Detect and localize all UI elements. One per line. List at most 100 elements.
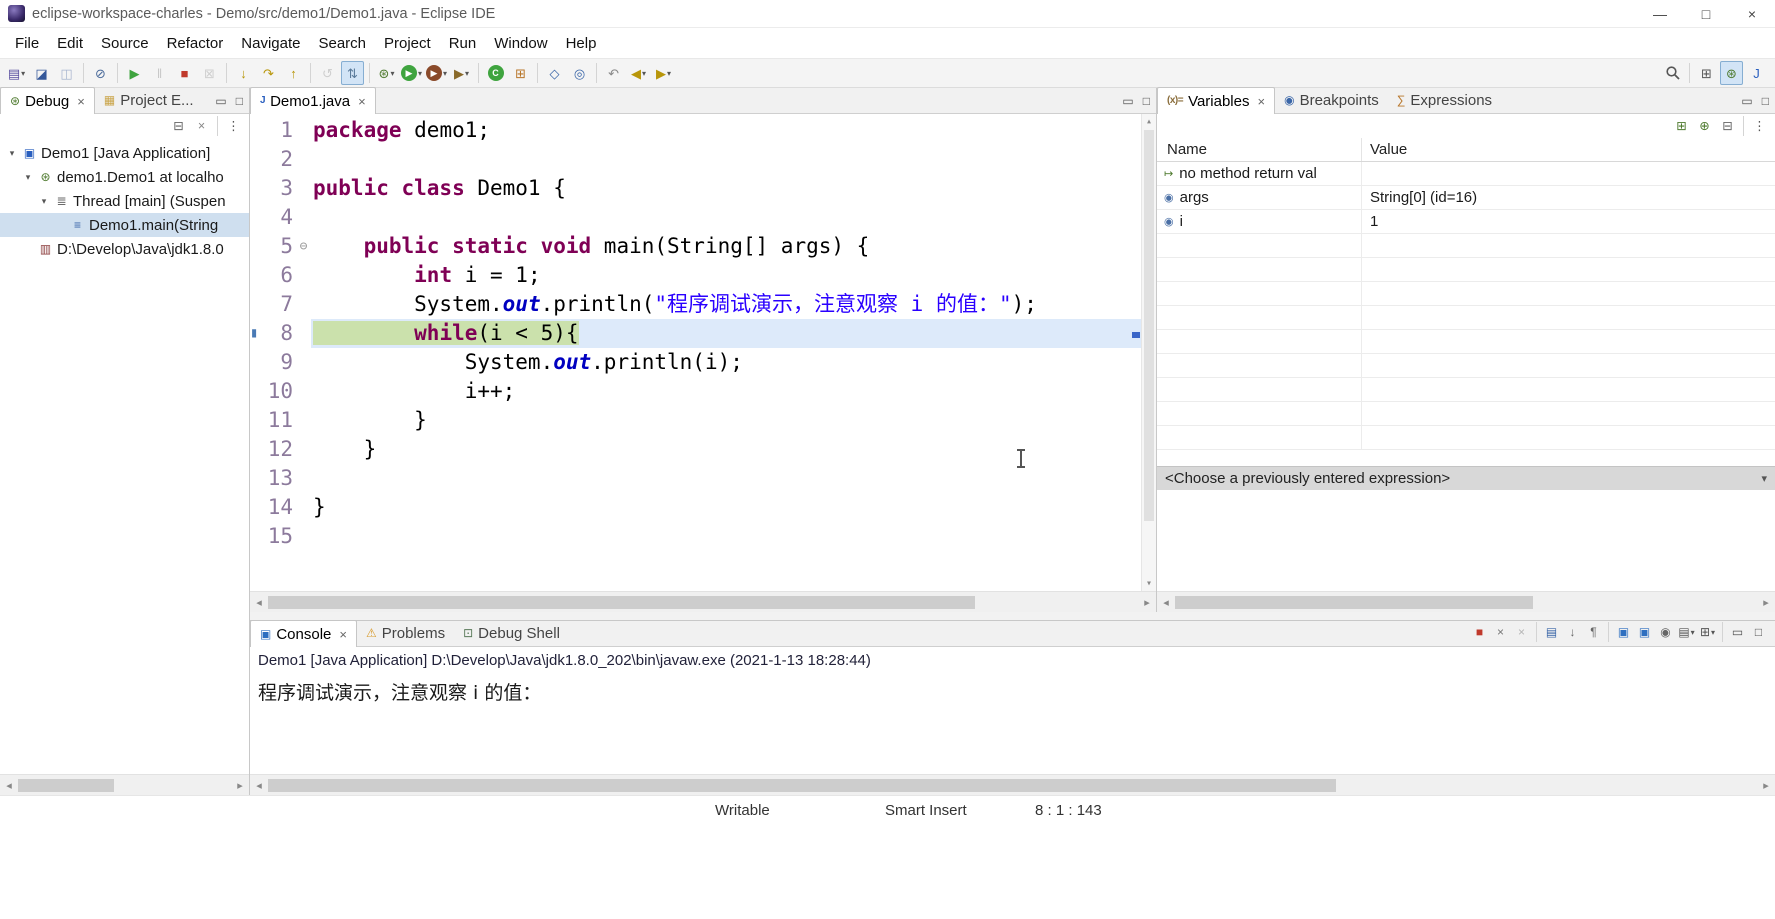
collapse-all-button[interactable]: ⊟ xyxy=(168,116,189,136)
minimize-view-icon[interactable]: ▭ xyxy=(1741,94,1752,108)
debug-view-tab-project-e[interactable]: ▦ Project E... xyxy=(95,87,203,113)
new-java-package-button[interactable]: ⊞ xyxy=(509,61,532,85)
code-text[interactable]: package demo1; xyxy=(311,116,1141,145)
code-text[interactable]: } xyxy=(311,406,1141,435)
word-wrap-button[interactable]: ¶ xyxy=(1584,623,1603,642)
editor-body[interactable]: 1 package demo1; 2 3 public class Demo1 {4 5 ⊖… xyxy=(250,114,1156,591)
expression-entry-bar[interactable]: <Choose a previously entered expression>… xyxy=(1157,466,1775,490)
debug-view-tab-debug[interactable]: ⊛ Debug × xyxy=(0,87,95,114)
search-button[interactable] xyxy=(1661,61,1684,85)
menu-refactor[interactable]: Refactor xyxy=(158,31,233,56)
scroll-lock-button[interactable]: ↓ xyxy=(1563,623,1582,642)
code-text[interactable]: } xyxy=(311,493,1141,522)
menu-project[interactable]: Project xyxy=(375,31,440,56)
use-step-filters-button[interactable]: ⇅ xyxy=(341,61,364,85)
menu-edit[interactable]: Edit xyxy=(48,31,92,56)
open-type-button[interactable]: ◇ xyxy=(543,61,566,85)
scroll-right-icon[interactable]: ▸ xyxy=(1138,596,1156,609)
scroll-left-icon[interactable]: ◂ xyxy=(0,779,18,792)
fold-marker-icon[interactable]: ⊖ xyxy=(296,232,311,261)
remove-launch-button[interactable]: × xyxy=(1491,623,1510,642)
maximize-view-icon[interactable]: □ xyxy=(1762,94,1769,108)
scroll-left-icon[interactable]: ◂ xyxy=(1157,596,1175,609)
display-selected-console-button[interactable]: ▤ ▾ xyxy=(1677,623,1696,642)
console-body[interactable]: Demo1 [Java Application] D:\Develop\Java… xyxy=(250,647,1775,776)
editor-hscrollbar[interactable]: ◂ ▸ xyxy=(250,591,1156,612)
menu-run[interactable]: Run xyxy=(440,31,486,56)
menu-help[interactable]: Help xyxy=(557,31,606,56)
scroll-thumb[interactable] xyxy=(18,778,114,792)
show-on-stdout-button[interactable]: ▣ xyxy=(1614,623,1633,642)
debug-hscrollbar[interactable]: ◂ ▸ xyxy=(0,774,249,795)
run-button[interactable]: ▶ ▾ xyxy=(400,61,423,85)
code-text[interactable] xyxy=(311,464,1141,493)
window-maximize-button[interactable]: □ xyxy=(1683,0,1729,27)
variables-view-tab-expressions[interactable]: ∑ Expressions xyxy=(1388,87,1501,113)
terminate-button[interactable]: ■ xyxy=(173,61,196,85)
maximize-view-icon[interactable]: □ xyxy=(236,94,243,108)
menu-navigate[interactable]: Navigate xyxy=(232,31,309,56)
menu-search[interactable]: Search xyxy=(309,31,375,56)
remove-all-terminated-button[interactable]: × xyxy=(1512,623,1531,642)
menu-file[interactable]: File xyxy=(6,31,48,56)
variable-row-no-method-return-val[interactable]: ↦ no method return val xyxy=(1157,162,1775,186)
console-view-tab-debug-shell[interactable]: ⊡ Debug Shell xyxy=(454,620,569,646)
show-on-stderr-button[interactable]: ▣ xyxy=(1635,623,1654,642)
clear-console-button[interactable]: ▤ xyxy=(1542,623,1561,642)
menu-source[interactable]: Source xyxy=(92,31,158,56)
minimize-view-icon[interactable]: ▭ xyxy=(215,94,226,108)
step-into-button[interactable]: ↓ xyxy=(232,61,255,85)
step-return-button[interactable]: ↑ xyxy=(282,61,305,85)
remove-all-terminated-button[interactable]: × xyxy=(191,116,212,136)
code-text[interactable]: int i = 1; xyxy=(311,261,1141,290)
open-console-button[interactable]: ⊞ ▾ xyxy=(1698,623,1717,642)
variable-row-i[interactable]: ◉ i 1 xyxy=(1157,210,1775,234)
forward-button[interactable]: ▶ ▾ xyxy=(652,61,675,85)
debug-tree-item-demo1-main-string[interactable]: ≡ Demo1.main(String xyxy=(0,213,249,237)
debug-tree-item-thread-main-suspen[interactable]: ▾ ≣ Thread [main] (Suspen xyxy=(0,189,249,213)
debug-tree-item-demo1-demo1-at-localho[interactable]: ▾ ⊛ demo1.Demo1 at localho xyxy=(0,165,249,189)
close-tab-icon[interactable]: × xyxy=(339,627,347,642)
menu-window[interactable]: Window xyxy=(485,31,556,56)
variables-view-tab-variables[interactable]: (x)= Variables × xyxy=(1157,87,1276,114)
scroll-right-icon[interactable]: ▸ xyxy=(231,779,249,792)
console-view-tab-problems[interactable]: ⚠ Problems xyxy=(357,620,454,646)
close-tab-icon[interactable]: × xyxy=(77,94,85,109)
java-search-button[interactable]: ◎ xyxy=(568,61,591,85)
column-header-name[interactable]: Name xyxy=(1157,138,1362,161)
last-edit-location-button[interactable]: ↶ xyxy=(602,61,625,85)
window-close-button[interactable]: × xyxy=(1729,0,1775,27)
debug-view-menu-button[interactable]: ⋮ xyxy=(223,116,244,136)
scroll-left-icon[interactable]: ◂ xyxy=(250,779,268,792)
editor-vscrollbar[interactable]: ▴ ▾ xyxy=(1141,114,1156,591)
minimize-view-icon[interactable]: ▭ xyxy=(1122,94,1133,108)
show-logical-structures-button[interactable]: ⊕ xyxy=(1694,116,1715,136)
code-text[interactable]: System.out.println("程序调试演示，注意观察 i 的值："); xyxy=(311,290,1141,319)
variables-view-tab-breakpoints[interactable]: ◉ Breakpoints xyxy=(1275,87,1388,113)
external-tools-button[interactable]: ▶ ▾ xyxy=(450,61,473,85)
scroll-down-icon[interactable]: ▾ xyxy=(1142,578,1156,589)
code-text[interactable]: i++; xyxy=(311,377,1141,406)
expander-icon[interactable]: ▾ xyxy=(4,148,20,159)
window-minimize-button[interactable]: — xyxy=(1637,0,1683,27)
step-over-button[interactable]: ↷ xyxy=(257,61,280,85)
close-tab-icon[interactable]: × xyxy=(1257,94,1265,109)
expander-icon[interactable]: ▾ xyxy=(36,196,52,207)
console-hscrollbar[interactable]: ◂ ▸ xyxy=(250,774,1775,795)
code-text[interactable]: System.out.println(i); xyxy=(311,348,1141,377)
debug-tree-item-d-develop-java-jdk1-8-0[interactable]: ▥ D:\Develop\Java\jdk1.8.0 xyxy=(0,237,249,261)
show-type-names-button[interactable]: ⊞ xyxy=(1671,116,1692,136)
status-insert-mode[interactable]: Smart Insert xyxy=(885,802,967,819)
code-text[interactable] xyxy=(311,203,1141,232)
code-text[interactable]: public class Demo1 { xyxy=(311,174,1141,203)
terminate-button[interactable]: ■ xyxy=(1470,623,1489,642)
code-text[interactable]: public static void main(String[] args) { xyxy=(311,232,1141,261)
editor-tab-demo1-java[interactable]: J Demo1.java × xyxy=(250,87,376,114)
maximize-view-icon[interactable]: □ xyxy=(1143,94,1150,108)
back-button[interactable]: ◀ ▾ xyxy=(627,61,650,85)
open-perspective-button[interactable]: ⊞ xyxy=(1695,61,1718,85)
debug-perspective-button[interactable]: ⊛ xyxy=(1720,61,1743,85)
scroll-up-icon[interactable]: ▴ xyxy=(1142,116,1156,127)
skip-all-breakpoints-button[interactable]: ⊘ xyxy=(89,61,112,85)
scroll-right-icon[interactable]: ▸ xyxy=(1757,596,1775,609)
